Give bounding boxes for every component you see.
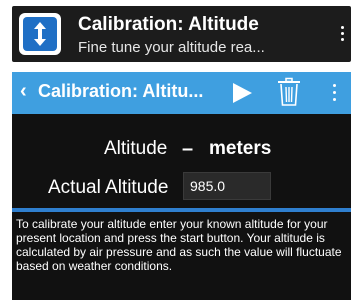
toolbar: ‹ Calibration: Altitu... — [12, 72, 351, 114]
altitude-units: meters — [209, 138, 272, 159]
back-icon[interactable]: ‹ — [20, 80, 27, 103]
actual-altitude-label: Actual Altitude — [48, 177, 169, 198]
altitude-label: Altitude — [104, 138, 168, 159]
card-title: Calibration: Altitude — [78, 14, 259, 35]
divider — [12, 208, 351, 212]
calibration-help-text: To calibrate your altitude enter your kn… — [16, 217, 342, 273]
overflow-menu-icon[interactable] — [330, 82, 340, 104]
calibration-screen: ‹ Calibration: Altitu... Altitude – mete… — [12, 72, 351, 300]
card-subtitle: Fine tune your altitude rea... — [78, 39, 265, 56]
altitude-value: – — [182, 138, 194, 160]
play-icon[interactable] — [231, 82, 253, 104]
altitude-readout: Altitude – meters — [12, 138, 351, 164]
calibration-card-header[interactable]: Calibration: Altitude Fine tune your alt… — [12, 6, 351, 62]
trash-icon[interactable] — [277, 77, 301, 107]
actual-altitude-input[interactable] — [183, 172, 271, 200]
card-overflow-menu-icon[interactable] — [336, 23, 348, 45]
app-icon — [19, 13, 61, 55]
vertical-arrows-icon — [34, 22, 46, 46]
toolbar-title[interactable]: Calibration: Altitu... — [38, 81, 203, 102]
